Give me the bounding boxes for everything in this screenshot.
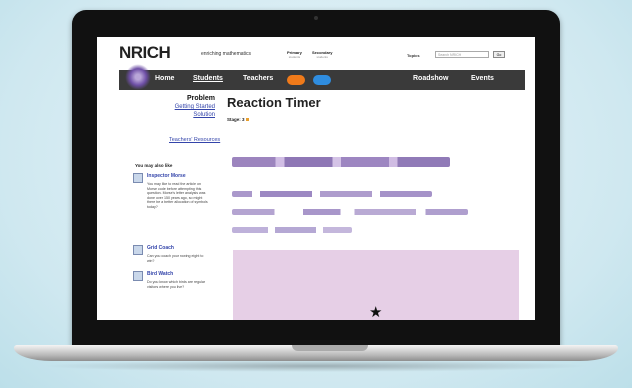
- nrich-flower-logo-icon: [125, 64, 151, 90]
- sidebar-link-getting-started[interactable]: Getting Started: [175, 104, 215, 110]
- laptop-screen: NRICH enriching mathematics Primary stud…: [97, 37, 535, 320]
- blurred-intro-text: [232, 157, 450, 167]
- search-input[interactable]: Search NRICH: [435, 51, 489, 58]
- nav-home[interactable]: Home: [155, 75, 174, 82]
- site-tagline: enriching mathematics: [201, 51, 252, 57]
- sidebar-problem-label: Problem: [186, 95, 215, 102]
- laptop-notch: [292, 345, 368, 351]
- nav-students[interactable]: Students: [193, 75, 223, 82]
- star-icon[interactable]: ★: [369, 305, 382, 320]
- topics-link[interactable]: Topics: [407, 53, 420, 58]
- blue-pill-icon[interactable]: [313, 75, 331, 85]
- related-inspector-morse-desc: You may like to read the article on Mors…: [147, 182, 208, 209]
- page-title: Reaction Timer: [227, 95, 321, 110]
- stage-dot-icon: [245, 118, 249, 121]
- may-also-like-heading: You may also like: [135, 163, 173, 168]
- inspector-morse-thumbnail-icon[interactable]: [133, 173, 143, 183]
- nav-teachers[interactable]: Teachers: [243, 75, 273, 82]
- sidebar-link-solution[interactable]: Solution: [193, 112, 215, 118]
- orange-pill-icon[interactable]: [287, 75, 305, 85]
- site-header: NRICH enriching mathematics Primary stud…: [97, 37, 535, 69]
- related-inspector-morse[interactable]: Inspector Morse: [147, 173, 186, 179]
- grid-coach-thumbnail-icon[interactable]: [133, 245, 143, 255]
- teachers-resources-link[interactable]: Teachers' Resources: [169, 137, 220, 143]
- camera-icon: [314, 16, 318, 20]
- main-nav: Home Students Teachers Roadshow Events: [119, 64, 525, 90]
- blurred-text-line-2: [232, 209, 468, 215]
- search-go-button[interactable]: Go: [493, 51, 505, 58]
- stage-label: Stage: 3: [227, 117, 249, 122]
- related-bird-watch[interactable]: Bird Watch: [147, 271, 173, 277]
- stage-secondary-link[interactable]: Secondary students: [312, 50, 332, 59]
- related-grid-coach[interactable]: Grid Coach: [147, 245, 174, 251]
- blurred-text-line-1: [232, 191, 432, 197]
- stage-primary-link[interactable]: Primary students: [287, 50, 302, 59]
- blurred-text-line-3: [232, 227, 352, 233]
- related-grid-coach-desc: Can you coach your rowing eight to win?: [147, 254, 204, 263]
- bird-watch-thumbnail-icon[interactable]: [133, 271, 143, 281]
- laptop-base: [14, 345, 618, 361]
- site-logo[interactable]: NRICH: [119, 43, 171, 63]
- nav-roadshow[interactable]: Roadshow: [413, 75, 448, 82]
- related-bird-watch-desc: Do you know which birds are regular visi…: [147, 280, 206, 289]
- nav-events[interactable]: Events: [471, 75, 494, 82]
- laptop-shadow: [40, 360, 592, 372]
